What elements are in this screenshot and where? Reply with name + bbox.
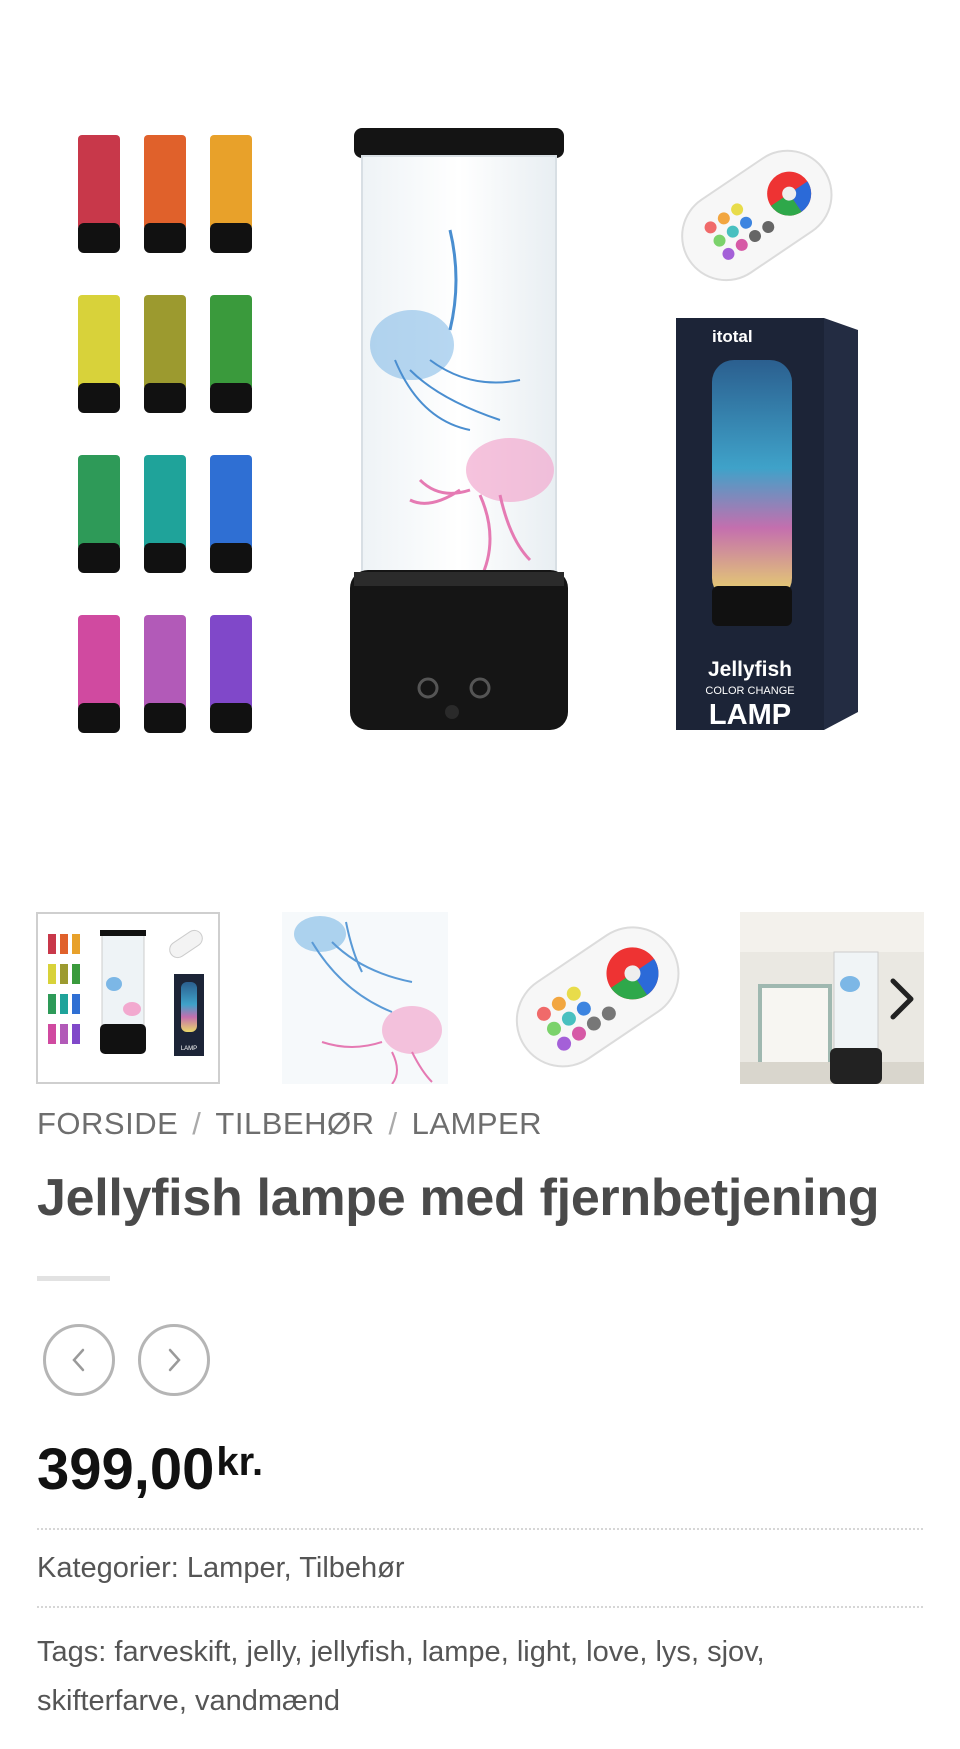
main-lamp [350, 128, 568, 730]
tag-link[interactable]: vandmænd [195, 1685, 340, 1717]
thumbnail-remote-control[interactable] [504, 912, 688, 1084]
thumbnail-jellyfish-closeup[interactable] [282, 912, 448, 1084]
breadcrumb-lamps-link[interactable]: LAMPER [412, 1106, 542, 1141]
price-currency: kr. [216, 1440, 264, 1484]
chevron-left-icon [72, 1348, 85, 1372]
product-categories: Kategorier: Lamper, Tilbehør [37, 1552, 405, 1585]
color-variants-grid [78, 135, 252, 733]
breadcrumb: FORSIDE / TILBEHØR / LAMPER [37, 1106, 542, 1142]
product-box: itotal Jellyfish COLOR CHANGE LAMP [676, 318, 858, 731]
svg-text:COLOR CHANGE: COLOR CHANGE [705, 685, 794, 697]
svg-text:Jellyfish: Jellyfish [708, 658, 792, 681]
breadcrumb-separator: / [192, 1106, 202, 1141]
meta-divider [37, 1606, 923, 1608]
tags-label: Tags: [37, 1636, 107, 1668]
breadcrumb-accessories-link[interactable]: TILBEHØR [215, 1106, 374, 1141]
thumbnail-strip: LAMP [36, 912, 924, 1084]
tag-link[interactable]: sjov [707, 1636, 756, 1668]
next-product-button[interactable] [138, 1324, 210, 1396]
title-divider [37, 1276, 110, 1281]
previous-product-button[interactable] [43, 1324, 115, 1396]
category-link-lamper[interactable]: Lamper [187, 1552, 284, 1584]
breadcrumb-separator: / [388, 1106, 398, 1141]
tag-link[interactable]: skifterfarve [37, 1685, 179, 1717]
svg-text:itotal: itotal [712, 327, 753, 346]
svg-text:LAMP: LAMP [181, 1046, 197, 1052]
svg-text:LAMP: LAMP [709, 699, 791, 731]
chevron-right-icon [168, 1348, 181, 1372]
tag-link[interactable]: light [517, 1636, 570, 1668]
main-product-image[interactable]: itotal Jellyfish COLOR CHANGE LAMP [0, 0, 960, 890]
tag-link[interactable]: lys [655, 1636, 690, 1668]
breadcrumb-home-link[interactable]: FORSIDE [37, 1106, 178, 1141]
tag-link[interactable]: jellyfish [310, 1636, 405, 1668]
thumbnail-next-button[interactable] [882, 974, 922, 1024]
remote-control [681, 149, 833, 282]
price-amount: 399,00 [37, 1437, 215, 1502]
product-tags: Tags: farveskift, jelly, jellyfish, lamp… [37, 1636, 765, 1717]
tag-link[interactable]: farveskift [114, 1636, 230, 1668]
meta-divider [37, 1528, 923, 1530]
product-price: 399,00kr. [37, 1436, 263, 1503]
tag-link[interactable]: love [586, 1636, 639, 1668]
category-link-tilbehor[interactable]: Tilbehør [299, 1552, 404, 1584]
tag-link[interactable]: jelly [247, 1636, 295, 1668]
thumbnail-product-overview[interactable]: LAMP [36, 912, 220, 1084]
categories-label: Kategorier: [37, 1552, 179, 1584]
chevron-right-icon [890, 978, 914, 1020]
product-title: Jellyfish lampe med fjernbetjening [37, 1169, 880, 1227]
tag-link[interactable]: lampe [422, 1636, 501, 1668]
category-separator: , [283, 1552, 300, 1584]
